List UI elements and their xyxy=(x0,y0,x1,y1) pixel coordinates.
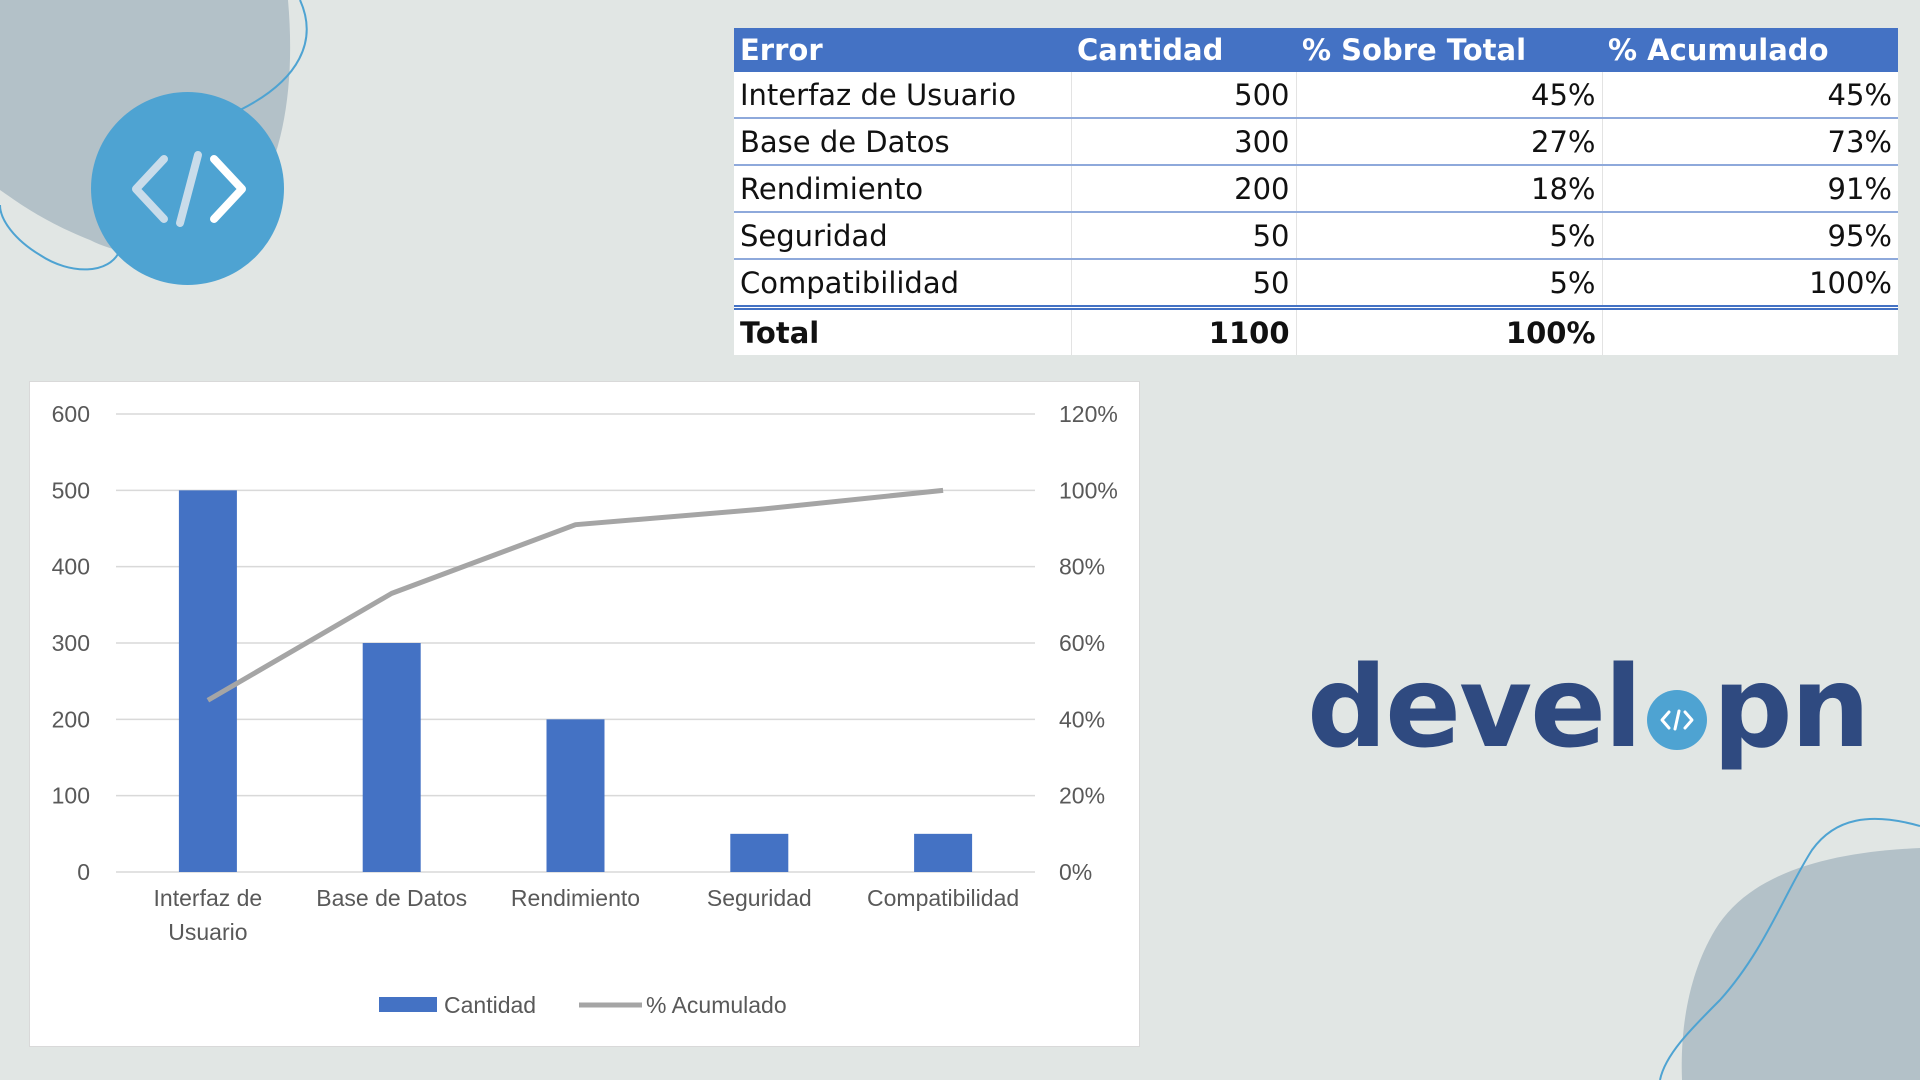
cell-acumulado: 100% xyxy=(1601,259,1898,310)
bar xyxy=(546,719,605,872)
y-left-tick-label: 200 xyxy=(52,706,90,732)
cell-acumulado: 73% xyxy=(1601,118,1898,166)
legend-label-cantidad: Cantidad xyxy=(444,992,536,1018)
cell-error: Seguridad xyxy=(734,212,1071,260)
header-sobre-total: % Sobre Total xyxy=(1296,28,1602,72)
table-header-row: Error Cantidad % Sobre Total % Acumulado xyxy=(734,28,1898,72)
bar xyxy=(178,490,237,872)
y-right-tick-label: 100% xyxy=(1059,477,1118,503)
total-row: Total 1100 100% xyxy=(734,307,1898,355)
cumulative-line xyxy=(206,487,944,703)
cell-acumulado: 45% xyxy=(1601,72,1898,119)
error-table: Error Cantidad % Sobre Total % Acumulado… xyxy=(734,28,1898,355)
y-right-tick-label: 40% xyxy=(1059,706,1105,732)
x-tick-label: Seguridad xyxy=(707,885,812,911)
bar xyxy=(914,833,973,872)
developn-logo: devel pn xyxy=(1307,643,1871,773)
logo-code-mark xyxy=(1646,690,1707,750)
x-tick-label: Compatibilidad xyxy=(867,885,1019,911)
logo-text-start: devel xyxy=(1307,643,1642,773)
logo-text-end: pn xyxy=(1712,643,1871,773)
total-acumulado xyxy=(1601,307,1898,355)
cell-acumulado: 95% xyxy=(1601,212,1898,260)
y-left-tick-label: 500 xyxy=(52,477,90,503)
code-icon xyxy=(131,150,246,227)
x-tick-label: Rendimiento xyxy=(511,885,640,911)
cell-cantidad: 50 xyxy=(1070,212,1296,260)
table-row: Rendimiento 200 18% 91% xyxy=(734,165,1898,213)
y-left-tick-label: 400 xyxy=(52,554,90,580)
total-label: Total xyxy=(734,307,1071,355)
x-tick-label: Base de Datos xyxy=(316,885,467,911)
cell-sobre-total: 27% xyxy=(1295,118,1602,166)
cell-cantidad: 500 xyxy=(1070,72,1296,119)
y-right-tick-label: 0% xyxy=(1059,859,1092,885)
y-right-tick-label: 80% xyxy=(1059,554,1105,580)
y-left-tick-label: 300 xyxy=(52,630,90,656)
y-right-tick-label: 60% xyxy=(1059,630,1105,656)
y-left-tick-label: 0 xyxy=(77,859,90,885)
cell-sobre-total: 18% xyxy=(1295,165,1602,213)
y-right-tick-label: 20% xyxy=(1059,783,1105,809)
table-row: Interfaz de Usuario 500 45% 45% xyxy=(734,72,1898,119)
cell-sobre-total: 5% xyxy=(1295,259,1602,310)
total-sobre-total: 100% xyxy=(1295,307,1602,355)
code-icon xyxy=(1660,709,1693,731)
cell-sobre-total: 5% xyxy=(1295,212,1602,260)
cell-acumulado: 91% xyxy=(1601,165,1898,213)
cell-error: Interfaz de Usuario xyxy=(734,72,1071,119)
legend-swatch-cantidad xyxy=(379,997,437,1012)
cell-cantidad: 200 xyxy=(1070,165,1296,213)
legend-label-acumulado: % Acumulado xyxy=(646,992,787,1018)
header-acumulado: % Acumulado xyxy=(1602,28,1898,72)
bar xyxy=(730,833,789,872)
y-left-tick-label: 100 xyxy=(52,783,90,809)
code-badge xyxy=(91,92,284,285)
chart-canvas: 0 100 200 300 400 500 600 0% 20% 40% 60% 80% 100% 120… xyxy=(52,401,1118,1018)
bar xyxy=(362,643,421,872)
table-row: Compatibilidad 50 5% 100% xyxy=(734,259,1898,310)
pareto-chart: 0 100 200 300 400 500 600 0% 20% 40% 60% 80% 100% 120… xyxy=(29,381,1140,1047)
cell-cantidad: 50 xyxy=(1070,259,1296,310)
total-cantidad: 1100 xyxy=(1070,307,1296,355)
cell-cantidad: 300 xyxy=(1070,118,1296,166)
cell-sobre-total: 45% xyxy=(1295,72,1602,119)
table-row: Base de Datos 300 27% 73% xyxy=(734,118,1898,166)
header-error: Error xyxy=(734,28,1071,72)
cell-error: Base de Datos xyxy=(734,118,1071,166)
x-tick-label: Interfaz de xyxy=(154,885,263,911)
header-cantidad: Cantidad xyxy=(1071,28,1296,72)
table-row: Seguridad 50 5% 95% xyxy=(734,212,1898,260)
x-tick-label: Usuario xyxy=(168,919,247,945)
cell-error: Rendimiento xyxy=(734,165,1071,213)
y-right-tick-label: 120% xyxy=(1059,401,1118,427)
cell-error: Compatibilidad xyxy=(734,259,1071,310)
y-left-tick-label: 600 xyxy=(52,401,90,427)
bottom-right-blob xyxy=(1681,848,1920,1080)
